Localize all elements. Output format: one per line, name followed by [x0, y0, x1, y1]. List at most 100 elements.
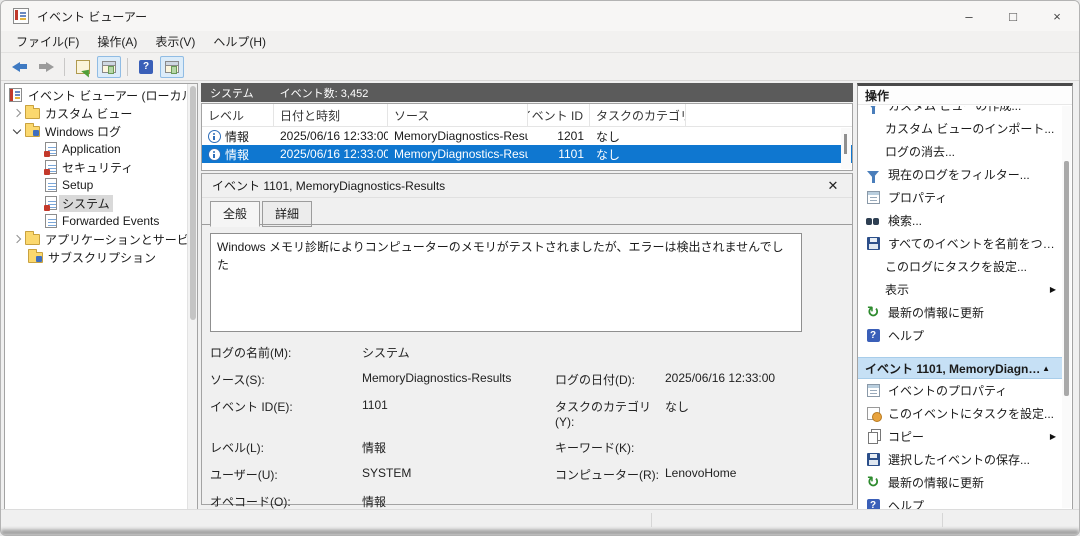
action-help-event[interactable]: ヘルプ — [858, 494, 1062, 509]
tree-item-custom-views[interactable]: カスタム ビュー — [5, 104, 187, 122]
log-name-caption: システム — [210, 87, 254, 100]
export-console-icon — [76, 59, 90, 74]
action-copy[interactable]: コピー ▶ — [858, 425, 1062, 448]
action-pane-scrollbar[interactable] — [1062, 106, 1071, 508]
menu-view[interactable]: 表示(V) — [146, 31, 204, 52]
maximize-button[interactable]: □ — [991, 1, 1035, 31]
action-section-event-1101[interactable]: イベント 1101, MemoryDiagnostics... ▲ — [858, 357, 1062, 379]
action-attach-task-to-event[interactable]: このイベントにタスクを設定... — [858, 402, 1062, 425]
submenu-arrow-icon: ▶ — [1049, 432, 1056, 441]
minimize-button[interactable]: – — [947, 1, 991, 31]
log-name-value: システム — [362, 346, 410, 360]
column-event-id[interactable]: イベント ID — [528, 104, 590, 126]
close-button[interactable]: × — [1035, 1, 1079, 31]
filter-icon — [865, 167, 881, 183]
action-attach-task-to-log[interactable]: このログにタスクを設定... — [858, 255, 1062, 278]
log-name-label: ログの名前(M): — [210, 346, 292, 360]
scrollbar-thumb[interactable] — [190, 86, 196, 320]
scrollbar-thumb[interactable] — [1064, 161, 1069, 396]
console-tree-toggle-button[interactable] — [97, 55, 121, 78]
menu-action[interactable]: 操作(A) — [88, 31, 146, 52]
event-row-1101-selected[interactable]: 情報 2025/06/16 12:33:00 MemoryDiagnostics… — [202, 145, 852, 163]
column-level[interactable]: レベル — [202, 104, 274, 126]
keywords-label: キーワード(K): — [555, 441, 635, 455]
event-detail-pane: イベント 1101, MemoryDiagnostics-Results ✕ 全… — [201, 173, 853, 509]
tree-item-system[interactable]: システム — [5, 194, 187, 212]
source-value: MemoryDiagnostics-Results — [362, 371, 512, 385]
action-refresh[interactable]: 最新の情報に更新 — [858, 301, 1062, 324]
scrollbar-thumb[interactable] — [844, 134, 847, 154]
level-value: 情報 — [362, 441, 387, 455]
event-list: レベル 日付と時刻 ソース イベント ID タスクのカテゴリ 情報 2025/0… — [201, 103, 853, 171]
action-help[interactable]: ヘルプ — [858, 324, 1062, 347]
action-import-custom-view[interactable]: カスタム ビューのインポート... — [858, 117, 1062, 140]
tree-scrollbar[interactable] — [187, 84, 197, 509]
chevron-right-icon[interactable] — [12, 108, 22, 118]
close-icon[interactable]: ✕ — [824, 178, 842, 194]
action-clear-log[interactable]: ログの消去... — [858, 140, 1062, 163]
event-id-label: イベント ID(E): — [210, 400, 293, 414]
tree-item-security[interactable]: セキュリティ — [5, 158, 187, 176]
tree-item-subscriptions[interactable]: サブスクリプション — [5, 248, 187, 266]
copy-icon — [865, 429, 881, 445]
toolbar-separator — [127, 57, 128, 76]
chevron-right-icon[interactable] — [12, 234, 22, 244]
folder-icon — [25, 104, 40, 119]
export-button[interactable] — [71, 56, 95, 78]
collapse-arrow-icon[interactable]: ▲ — [1042, 364, 1050, 373]
action-refresh-event[interactable]: 最新の情報に更新 — [858, 471, 1062, 494]
main-area: イベント ビューアー (ローカル) カスタム ビュー Windows ログ Ap… — [1, 82, 1079, 511]
action-save-all-events-as[interactable]: すべてのイベントを名前をつけて... — [858, 232, 1062, 255]
action-save-selected-events[interactable]: 選択したイベントの保存... — [858, 448, 1062, 471]
status-bar — [1, 509, 1079, 529]
action-find[interactable]: 検索... — [858, 209, 1062, 232]
back-button[interactable] — [8, 56, 32, 78]
logged-value: 2025/06/16 12:33:00 — [665, 371, 776, 385]
info-icon — [208, 147, 221, 161]
column-datetime[interactable]: 日付と時刻 — [274, 104, 388, 126]
tree-item-forwarded-events[interactable]: Forwarded Events — [5, 212, 187, 230]
column-header-row: レベル 日付と時刻 ソース イベント ID タスクのカテゴリ — [202, 104, 852, 127]
menu-help[interactable]: ヘルプ(H) — [204, 31, 275, 52]
forward-icon — [38, 61, 54, 72]
toolbar-separator — [64, 57, 65, 76]
refresh-icon — [865, 305, 881, 321]
task-icon — [865, 406, 882, 422]
title-bar: イベント ビューアー – □ × — [1, 1, 1079, 31]
tree-item-setup[interactable]: Setup — [5, 176, 187, 194]
tree-item-apps-services-logs[interactable]: アプリケーションとサービス ログ — [5, 230, 197, 248]
action-create-custom-view[interactable]: カスタム ビューの作成... — [858, 106, 1062, 117]
log-icon — [45, 214, 57, 228]
user-label: ユーザー(U): — [210, 468, 278, 482]
center-panel: システム イベント数: 3,452 レベル 日付と時刻 ソース イベント ID … — [201, 82, 853, 511]
tree-item-application[interactable]: Application — [5, 140, 187, 158]
forward-button[interactable] — [34, 56, 58, 78]
action-pane-toggle-button[interactable] — [160, 55, 184, 78]
action-view[interactable]: 表示 ▶ — [858, 278, 1062, 301]
detail-header: イベント 1101, MemoryDiagnostics-Results ✕ — [202, 174, 852, 198]
action-event-properties[interactable]: イベントのプロパティ — [858, 379, 1062, 402]
task-category-label: タスクのカテゴリ(Y): — [555, 400, 652, 429]
tab-general[interactable]: 全般 — [210, 201, 261, 227]
action-properties[interactable]: プロパティ — [858, 186, 1062, 209]
opcode-label: オペコード(O): — [210, 495, 291, 509]
log-icon — [44, 196, 57, 211]
menu-file[interactable]: ファイル(F) — [7, 31, 88, 52]
column-task-category[interactable]: タスクのカテゴリ — [590, 104, 686, 126]
action-filter-current-log[interactable]: 現在のログをフィルター... — [858, 163, 1062, 186]
opcode-value: 情報 — [362, 495, 387, 509]
properties-icon — [865, 190, 881, 206]
folder-icon — [28, 248, 43, 263]
show-hide-console-tree-icon — [102, 60, 116, 74]
event-message-box[interactable]: Windows メモリ診断によりコンピューターのメモリがテストされましたが、エラ… — [210, 233, 802, 332]
tree-item-windows-logs[interactable]: Windows ログ — [5, 122, 187, 140]
event-id-value: 1101 — [362, 398, 388, 412]
tree-root-event-viewer[interactable]: イベント ビューアー (ローカル) — [5, 86, 197, 104]
event-list-scrollbar[interactable] — [841, 128, 851, 169]
help-button[interactable] — [134, 56, 158, 78]
event-row-1201[interactable]: 情報 2025/06/16 12:33:00 MemoryDiagnostics… — [202, 127, 852, 145]
blank-icon — [865, 145, 878, 158]
back-icon — [12, 61, 28, 72]
chevron-down-icon[interactable] — [12, 125, 22, 134]
column-source[interactable]: ソース — [388, 104, 528, 126]
